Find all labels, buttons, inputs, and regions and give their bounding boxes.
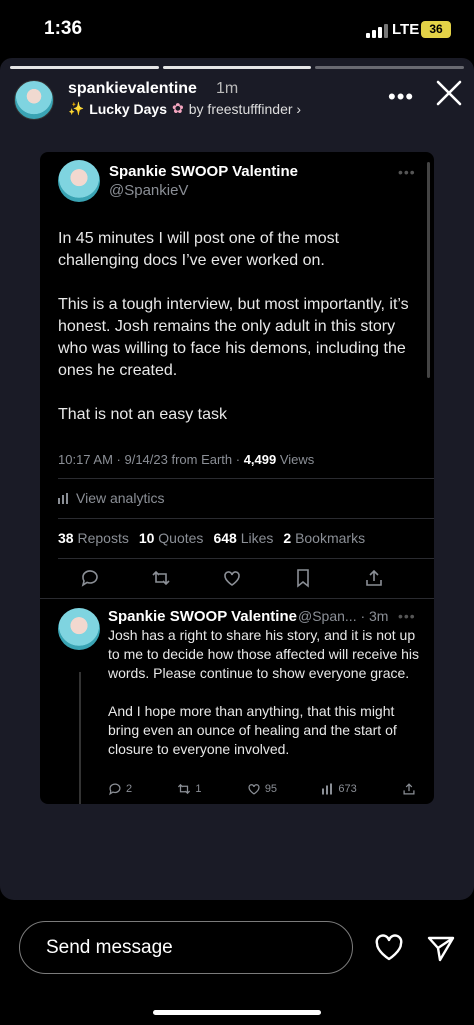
views-count: 673 — [338, 783, 357, 795]
heart-icon[interactable] — [374, 934, 404, 962]
reply-icon — [80, 568, 100, 588]
divider — [58, 558, 434, 559]
progress-segment — [315, 66, 465, 69]
bookmarks-count: 2 — [283, 530, 292, 546]
bookmark-icon — [293, 568, 313, 588]
share-icon — [403, 783, 415, 795]
signal-icon — [366, 24, 388, 38]
quotes-stat: 10 Quotes — [139, 530, 204, 546]
reposts-label: Reposts — [77, 530, 129, 546]
send-icon[interactable] — [426, 934, 456, 962]
tweet-avatar — [58, 160, 100, 202]
send-message-input[interactable]: Send message — [19, 921, 353, 974]
reply-text: Josh has a right to share his story, and… — [108, 626, 426, 778]
reply-paragraph: Josh has a right to share his story, and… — [108, 627, 420, 681]
progress-segment — [10, 66, 159, 69]
tweet-meta: 10:17 AM · 9/14/23 from Earth · 4,499 Vi… — [58, 452, 314, 467]
like-icon — [248, 784, 260, 795]
views-count: 4,499 — [243, 452, 277, 467]
flower-icon: ✿ — [172, 100, 184, 116]
reposts-stat: 38 Reposts — [58, 530, 129, 546]
tweet-paragraph: In 45 minutes I will post one of the mos… — [58, 230, 340, 269]
divider — [58, 478, 434, 479]
sparkle-icon: ✨ — [68, 100, 85, 116]
tweet-author-handle: @SpankieV — [109, 182, 189, 199]
repost-icon — [178, 783, 191, 795]
story-progress — [10, 66, 465, 69]
replies-count: 2 — [126, 783, 133, 795]
reply-replies: 2 — [108, 782, 132, 796]
home-indicator — [153, 1010, 321, 1015]
quotes-label: Quotes — [158, 530, 204, 546]
battery-icon: 36 — [421, 21, 451, 38]
story-username[interactable]: spankievalentine — [68, 80, 197, 98]
music-artist: by freestufffinder › — [188, 100, 302, 117]
network-label: LTE — [392, 21, 420, 38]
tweet-paragraph: That is not an easy task — [58, 406, 227, 423]
reply-share — [402, 782, 416, 796]
reposts-count: 1 — [195, 783, 202, 795]
close-icon[interactable] — [434, 78, 464, 108]
reply-icon — [109, 783, 121, 796]
divider — [40, 598, 434, 599]
more-icon: ••• — [398, 608, 416, 624]
tweet-paragraph: This is a tough interview, but most impo… — [58, 296, 409, 379]
avatar[interactable] — [14, 80, 54, 120]
repost-icon — [151, 568, 171, 588]
share-icon — [364, 568, 384, 588]
reply-reposts: 1 — [177, 782, 202, 796]
view-analytics: View analytics — [58, 490, 164, 506]
views-label: Views — [276, 452, 315, 467]
reply-author-name: Spankie SWOOP Valentine — [108, 608, 297, 625]
status-time: 1:36 — [44, 18, 83, 39]
progress-segment — [162, 66, 312, 69]
reply-handle-time: @Span... · 3m — [298, 608, 389, 624]
likes-label: Likes — [240, 530, 274, 546]
status-bar: 1:36 LTE 36 — [0, 0, 474, 58]
reposts-count: 38 — [58, 530, 74, 546]
tweet-timestamp: 10:17 AM · 9/14/23 from Earth · — [58, 452, 244, 467]
music-sticker[interactable]: ✨ Lucky Days ✿ by freestufffinder › — [68, 100, 301, 117]
tweet-text: In 45 minutes I will post one of the mos… — [58, 228, 422, 448]
tweet-author-name: Spankie SWOOP Valentine — [109, 163, 298, 180]
story-time: 1m — [216, 80, 239, 97]
scrollbar — [427, 162, 430, 378]
send-message-placeholder: Send message — [46, 937, 173, 958]
analytics-label: View analytics — [76, 490, 165, 506]
story-viewer[interactable]: spankievalentine 1m ✨ Lucky Days ✿ by fr… — [0, 58, 474, 900]
analytics-icon — [58, 492, 68, 504]
bookmarks-stat: 2 Bookmarks — [283, 530, 365, 546]
like-icon — [222, 568, 242, 588]
tweet-actions — [80, 568, 384, 588]
music-song: Lucky Days — [89, 100, 168, 117]
reply-views: 673 — [322, 782, 357, 796]
likes-count: 95 — [264, 783, 278, 795]
likes-stat: 648 Likes — [213, 530, 273, 546]
thread-line — [79, 672, 81, 804]
tweet-stats: 38 Reposts 10 Quotes 648 Likes 2 Bookmar… — [58, 530, 365, 546]
reply-actions: 2 1 95 673 — [108, 782, 416, 796]
bookmarks-label: Bookmarks — [295, 530, 366, 546]
analytics-icon — [322, 783, 333, 795]
tweet-screenshot: Spankie SWOOP Valentine @SpankieV ••• In… — [40, 152, 434, 804]
battery-level: 36 — [429, 22, 443, 36]
quotes-count: 10 — [138, 530, 155, 546]
likes-count: 648 — [213, 530, 237, 546]
more-options-button[interactable]: ••• — [388, 84, 414, 110]
divider — [58, 518, 434, 519]
more-icon: ••• — [398, 164, 416, 180]
story-header: spankievalentine 1m ✨ Lucky Days ✿ by fr… — [14, 78, 462, 122]
reply-avatar — [58, 608, 100, 650]
reply-likes: 95 — [247, 782, 277, 796]
reply-paragraph: And I hope more than anything, that this… — [108, 703, 397, 757]
